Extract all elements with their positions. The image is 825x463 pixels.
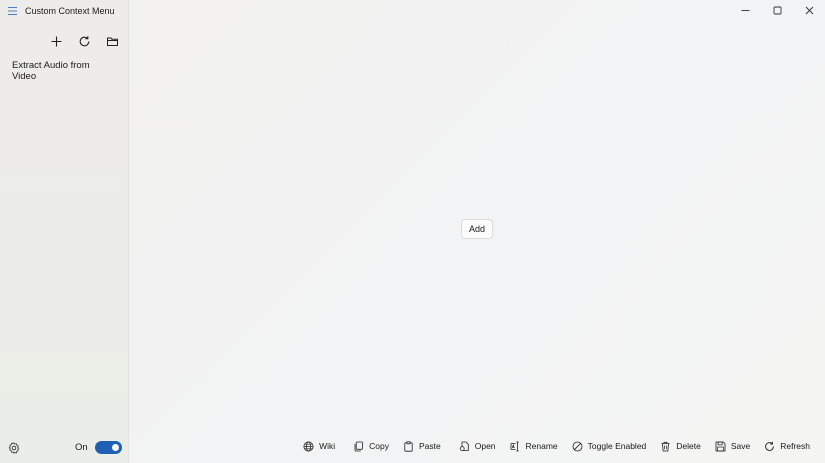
toggle-enabled-button[interactable]: Toggle Enabled <box>565 438 654 454</box>
gear-icon <box>8 442 20 454</box>
rename-button[interactable]: Rename <box>503 438 565 454</box>
toggle-enabled-label: Toggle Enabled <box>587 441 647 451</box>
save-label: Save <box>730 441 751 451</box>
app-title: Custom Context Menu <box>25 6 115 16</box>
add-button[interactable]: Add <box>461 219 493 239</box>
close-button[interactable] <box>793 0 825 20</box>
menu-item-list: Extract Audio from Video <box>4 60 124 82</box>
paste-label: Paste <box>418 441 441 451</box>
plus-icon <box>51 36 61 46</box>
copy-label: Copy <box>369 441 389 451</box>
sidebar: Custom Context Menu Extract Audio from V… <box>0 0 129 463</box>
open-icon <box>459 441 469 451</box>
save-button[interactable]: Save <box>708 438 757 454</box>
block-icon <box>572 441 583 451</box>
open-folder-button[interactable] <box>102 32 122 50</box>
settings-button[interactable] <box>8 441 22 455</box>
list-item-label: Extract Audio from Video <box>12 60 90 82</box>
refresh-label: Refresh <box>780 441 810 451</box>
save-icon <box>715 441 726 451</box>
refresh-icon <box>79 35 89 46</box>
copy-button[interactable]: Copy <box>346 438 396 454</box>
window-controls <box>729 0 825 20</box>
list-item[interactable]: Extract Audio from Video <box>4 60 124 82</box>
paste-button[interactable]: Paste <box>396 438 448 454</box>
command-bar: Wiki Copy Paste Open Rename Toggle Enabl… <box>303 438 817 454</box>
toggle-label: On <box>75 442 88 453</box>
delete-button[interactable]: Delete <box>653 438 708 454</box>
folder-icon <box>106 37 118 46</box>
close-icon <box>805 6 813 14</box>
open-button[interactable]: Open <box>452 438 503 454</box>
wiki-label: Wiki <box>319 441 336 451</box>
refresh-icon <box>765 441 775 451</box>
enable-toggle[interactable] <box>95 441 122 454</box>
trash-icon <box>661 441 670 451</box>
copy-icon <box>354 441 364 451</box>
toggle-knob <box>112 444 119 451</box>
title-bar: Custom Context Menu <box>8 4 115 18</box>
wiki-button[interactable]: Wiki <box>296 438 342 454</box>
refresh-button[interactable]: Refresh <box>757 438 817 454</box>
minimize-icon <box>741 9 749 11</box>
maximize-icon <box>773 6 781 14</box>
rename-icon <box>510 441 519 451</box>
new-item-button[interactable] <box>46 32 66 50</box>
hamburger-menu-icon[interactable] <box>8 7 17 15</box>
sidebar-footer: On <box>0 439 129 457</box>
sidebar-toolbar <box>46 32 122 50</box>
globe-icon <box>303 441 314 451</box>
maximize-button[interactable] <box>761 0 793 20</box>
paste-icon <box>404 440 413 452</box>
delete-label: Delete <box>676 441 701 451</box>
minimize-button[interactable] <box>729 0 761 20</box>
reload-button[interactable] <box>74 32 94 50</box>
rename-label: Rename <box>525 441 558 451</box>
open-label: Open <box>474 441 496 451</box>
